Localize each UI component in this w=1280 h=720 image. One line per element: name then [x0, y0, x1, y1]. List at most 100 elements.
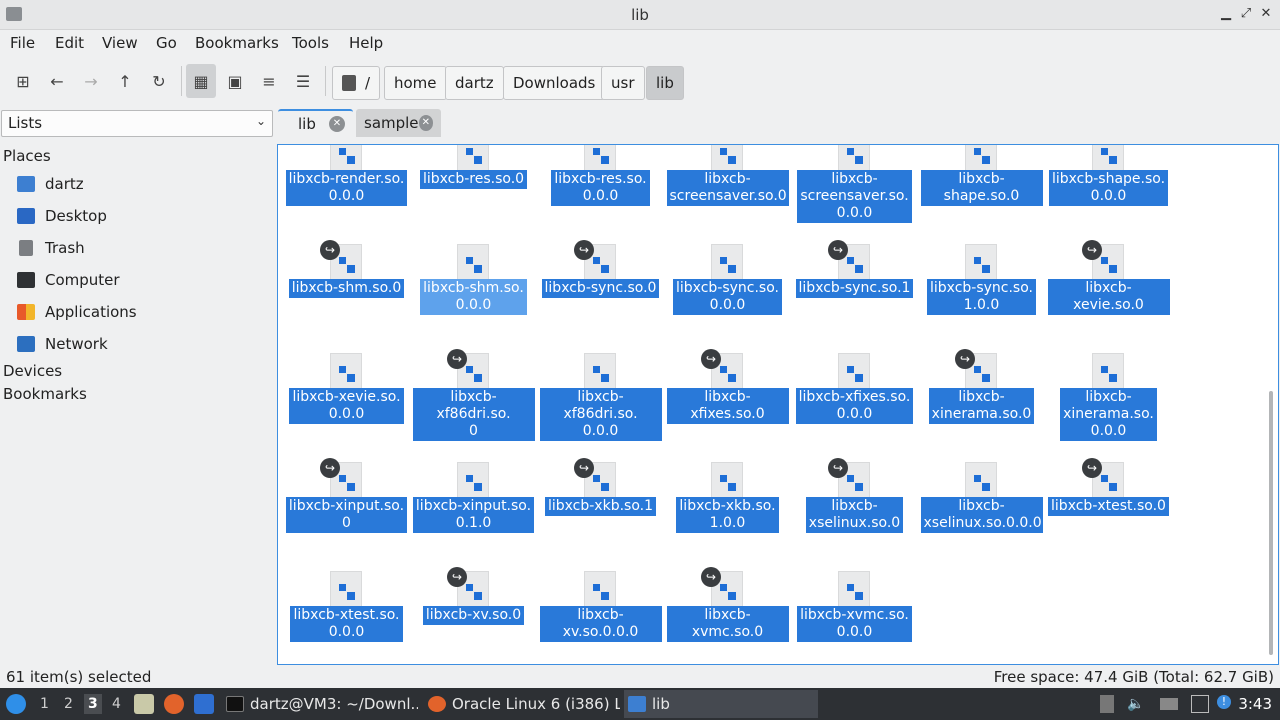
file-item[interactable]: ↪ libxcb-xevie.so.0 [1045, 182, 1172, 315]
up-icon[interactable]: ↑ [110, 64, 140, 98]
file-item[interactable]: libxcb-res.so. 0.0.0 [537, 145, 664, 206]
file-item[interactable]: libxcb-xtest.so. 0.0.0 [283, 509, 410, 642]
file-item[interactable]: libxcb-sync.so. 1.0.0 [918, 182, 1045, 315]
tab-label: sample [364, 114, 419, 132]
thumbnail-view-icon[interactable]: ▣ [220, 64, 250, 98]
menu-help[interactable]: Help [349, 34, 383, 52]
file-item[interactable]: libxcb-xv.so.0.0.0 [537, 509, 664, 642]
display-icon[interactable] [1191, 695, 1209, 713]
workspace-3[interactable]: 3 [84, 694, 102, 714]
file-item[interactable]: ↪ libxcb-xtest.so.0 [1045, 400, 1172, 516]
maximize-icon[interactable]: ⤢ [1238, 6, 1254, 22]
file-item[interactable]: ↪ libxcb-sync.so.0 [537, 182, 664, 298]
file-item[interactable]: ↪ libxcb-sync.so.1 [791, 182, 918, 298]
terminal-icon [226, 696, 244, 712]
file-item[interactable]: libxcb- xselinux.so.0.0.0 [918, 400, 1045, 533]
sidebar-item-network[interactable]: Network [17, 332, 108, 356]
devices-header[interactable]: Devices [3, 362, 62, 380]
volume-icon[interactable]: 🔈 [1127, 695, 1145, 713]
workspace-1[interactable]: 1 [40, 696, 49, 712]
file-item[interactable]: ↪ libxcb-xvmc.so.0 [664, 509, 791, 642]
breadcrumb-home[interactable]: home [384, 66, 447, 100]
file-item[interactable]: libxcb-shape.so. 0.0.0 [1045, 145, 1172, 206]
breadcrumb-dartz[interactable]: dartz [445, 66, 504, 100]
side-panel-mode-select[interactable]: Lists ⌄ [1, 110, 273, 137]
menu-bookmarks[interactable]: Bookmarks [195, 34, 279, 52]
file-name: libxcb-xvmc.so.0 [666, 606, 789, 642]
new-tab-icon[interactable]: ⊞ [8, 64, 38, 98]
shared-library-file-icon [1092, 353, 1124, 393]
close-icon[interactable]: ✕ [1258, 6, 1274, 22]
file-item[interactable]: libxcb- xinerama.so. 0.0.0 [1045, 291, 1172, 441]
tab-lib[interactable]: lib ✕ [278, 109, 353, 137]
file-item[interactable]: ↪ libxcb-shm.so.0 [283, 182, 410, 298]
compact-view-icon[interactable]: ≡ [254, 64, 284, 98]
file-item[interactable]: ↪ libxcb-xinput.so. 0 [283, 400, 410, 533]
menu-tools[interactable]: Tools [292, 34, 329, 52]
file-item[interactable]: libxcb-sync.so. 0.0.0 [664, 182, 791, 315]
icon-view-icon[interactable]: ▦ [186, 64, 216, 98]
breadcrumb-downloads[interactable]: Downloads [503, 66, 606, 100]
file-item[interactable]: libxcb-xf86dri.so. 0.0.0 [537, 291, 664, 441]
breadcrumb-label: / [364, 74, 370, 92]
minimize-icon[interactable]: ▁ [1218, 6, 1234, 22]
file-item[interactable]: libxcb-xinput.so. 0.1.0 [410, 400, 537, 533]
sidebar-item-label: Desktop [45, 207, 107, 225]
file-item[interactable]: libxcb-xfixes.so. 0.0.0 [791, 291, 918, 424]
detailed-list-icon[interactable]: ☰ [288, 64, 318, 98]
close-tab-icon[interactable]: ✕ [418, 115, 433, 131]
file-item[interactable]: libxcb-render.so. 0.0.0 [283, 145, 410, 206]
task-terminal[interactable]: dartz@VM3: ~/Downl... [222, 690, 418, 718]
menu-edit[interactable]: Edit [55, 34, 84, 52]
file-item[interactable]: ↪ libxcb-xfixes.so.0 [664, 291, 791, 424]
file-item[interactable]: libxcb-xvmc.so. 0.0.0 [791, 509, 918, 642]
file-item[interactable]: ↪ libxcb-xf86dri.so. 0 [410, 291, 537, 441]
sidebar-item-desktop[interactable]: Desktop [17, 204, 107, 228]
workspace-2[interactable]: 2 [64, 696, 73, 712]
file-item[interactable]: libxcb-xevie.so. 0.0.0 [283, 291, 410, 424]
sidebar-item-computer[interactable]: Computer [17, 268, 120, 292]
tab-sample[interactable]: sample ✕ [356, 109, 441, 137]
bookmarks-header[interactable]: Bookmarks [3, 385, 87, 403]
sidebar-item-applications[interactable]: Applications [17, 300, 137, 324]
desktop-launcher-icon[interactable] [194, 694, 214, 714]
symlink-icon: ↪ [1082, 240, 1102, 260]
file-name: libxcb-xv.so.0 [422, 606, 525, 625]
sidebar-item-dartz[interactable]: dartz [17, 172, 84, 196]
firefox-launcher-icon[interactable] [164, 694, 184, 714]
vertical-scrollbar[interactable] [1269, 391, 1273, 655]
start-menu-icon[interactable] [6, 694, 26, 714]
clipboard-icon[interactable] [1100, 695, 1114, 713]
file-item[interactable]: libxcb-shape.so.0 [918, 145, 1045, 206]
file-item[interactable]: ↪ libxcb-xv.so.0 [410, 509, 537, 625]
breadcrumb-usr[interactable]: usr [601, 66, 645, 100]
notification-icon[interactable]: ! [1217, 695, 1231, 709]
menu-go[interactable]: Go [156, 34, 177, 52]
workspace-4[interactable]: 4 [112, 696, 121, 712]
shared-library-file-icon [330, 353, 362, 393]
close-tab-icon[interactable]: ✕ [329, 116, 345, 132]
breadcrumb-root[interactable]: / [332, 66, 380, 100]
file-manager-launcher-icon[interactable] [134, 694, 154, 714]
selection-status: 61 item(s) selected [6, 668, 152, 686]
file-icon-view[interactable]: libxcb-render.so. 0.0.0 libxcb-res.so.0 li… [277, 144, 1279, 665]
sidebar-item-trash[interactable]: Trash [17, 236, 85, 260]
forward-icon[interactable]: → [76, 64, 106, 98]
reload-icon[interactable]: ↻ [144, 64, 174, 98]
back-icon[interactable]: ← [42, 64, 72, 98]
file-item[interactable]: libxcb- screensaver.so. 0.0.0 [791, 145, 918, 223]
task-firefox[interactable]: Oracle Linux 6 (i386) L... [424, 690, 620, 718]
file-item[interactable]: ↪ libxcb- xinerama.so.0 [918, 291, 1045, 424]
battery-icon[interactable] [1160, 698, 1178, 710]
places-header[interactable]: Places [3, 147, 51, 165]
breadcrumb-lib[interactable]: lib [646, 66, 684, 100]
task-lib[interactable]: lib [624, 690, 818, 718]
file-item[interactable]: libxcb- screensaver.so.0 [664, 145, 791, 206]
file-item[interactable]: ↪ libxcb-xkb.so.1 [537, 400, 664, 516]
file-item[interactable]: libxcb-shm.so. 0.0.0 [410, 182, 537, 315]
file-item[interactable]: libxcb-xkb.so. 1.0.0 [664, 400, 791, 533]
menu-file[interactable]: File [10, 34, 35, 52]
file-item[interactable]: ↪ libxcb- xselinux.so.0 [791, 400, 918, 533]
file-item[interactable]: libxcb-res.so.0 [410, 145, 537, 189]
menu-view[interactable]: View [102, 34, 138, 52]
